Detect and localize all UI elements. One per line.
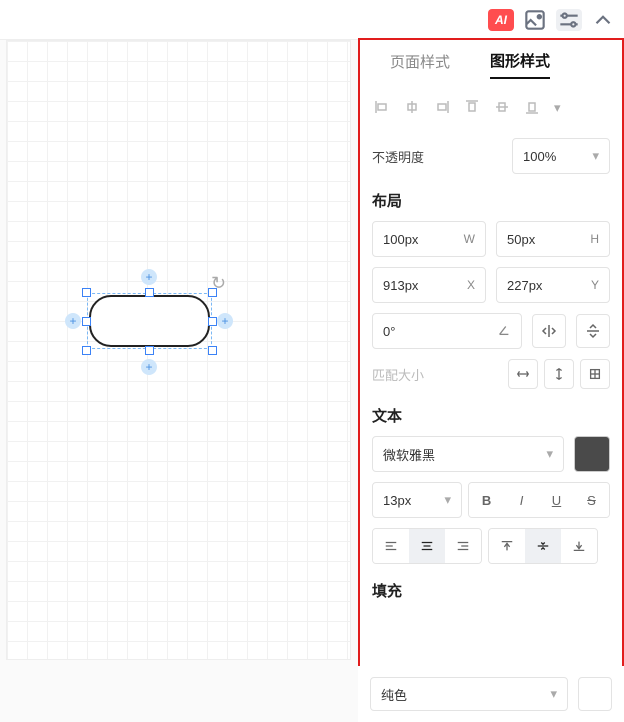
connector-add-left[interactable]: +: [65, 313, 81, 329]
x-input[interactable]: 913pxX: [372, 267, 486, 303]
font-family-select[interactable]: 微软雅黑▾: [372, 436, 564, 472]
align-center-v-icon[interactable]: [494, 99, 510, 118]
opacity-label: 不透明度: [372, 147, 424, 166]
align-bottom-icon[interactable]: [524, 99, 540, 118]
text-valign-bottom-button[interactable]: [561, 529, 597, 563]
strikethrough-button[interactable]: S: [574, 483, 609, 517]
settings-panel-icon[interactable]: [556, 9, 582, 31]
height-input[interactable]: 50pxH: [496, 221, 610, 257]
angle-input[interactable]: 0°: [372, 313, 522, 349]
align-top-icon[interactable]: [464, 99, 480, 118]
y-input[interactable]: 227pxY: [496, 267, 610, 303]
align-left-icon[interactable]: [374, 99, 390, 118]
text-color-swatch[interactable]: [574, 436, 610, 472]
bold-button[interactable]: B: [469, 483, 504, 517]
resize-handle-br[interactable]: [208, 346, 217, 355]
resize-handle-tl[interactable]: [82, 288, 91, 297]
stepper-icon[interactable]: ▾: [592, 148, 599, 164]
fill-type-select[interactable]: 纯色▾: [370, 677, 568, 711]
text-valign-top-button[interactable]: [489, 529, 525, 563]
text-valign-middle-button[interactable]: [525, 529, 561, 563]
resize-handle-bm[interactable]: [145, 346, 154, 355]
match-size-label: 匹配大小: [372, 365, 424, 384]
text-align-center-button[interactable]: [409, 529, 445, 563]
match-both-button[interactable]: [580, 359, 610, 389]
underline-button[interactable]: U: [539, 483, 574, 517]
resize-handle-mr[interactable]: [208, 317, 217, 326]
fill-color-swatch[interactable]: [578, 677, 612, 711]
match-width-button[interactable]: [508, 359, 538, 389]
alignment-toolbar: ▾: [372, 88, 610, 128]
align-center-h-icon[interactable]: [404, 99, 420, 118]
flip-vertical-button[interactable]: [576, 314, 610, 348]
width-input[interactable]: 100pxW: [372, 221, 486, 257]
font-size-input[interactable]: 13px▾: [372, 482, 462, 518]
flip-horizontal-button[interactable]: [532, 314, 566, 348]
ai-button[interactable]: AI: [488, 9, 514, 31]
style-panel: 页面样式 图形样式 ▾ 不透明度 100% ▾ 布局 100pxW 50pxH …: [358, 38, 624, 722]
resize-handle-bl[interactable]: [82, 346, 91, 355]
match-height-button[interactable]: [544, 359, 574, 389]
align-more-icon[interactable]: ▾: [554, 100, 561, 116]
connector-add-bottom[interactable]: +: [141, 359, 157, 375]
text-align-right-button[interactable]: [445, 529, 481, 563]
preview-icon[interactable]: [522, 9, 548, 31]
resize-handle-tm[interactable]: [145, 288, 154, 297]
canvas-area[interactable]: ↻ + + + +: [0, 40, 358, 722]
text-section-title: 文本: [372, 405, 610, 426]
fill-section-title: 填充: [372, 580, 610, 601]
panel-tabs: 页面样式 图形样式: [372, 40, 610, 88]
fill-controls-row: 纯色▾: [358, 666, 624, 722]
tab-page-style[interactable]: 页面样式: [390, 51, 450, 78]
connector-add-top[interactable]: +: [141, 269, 157, 285]
italic-button[interactable]: I: [504, 483, 539, 517]
tab-shape-style[interactable]: 图形样式: [490, 50, 550, 79]
layout-section-title: 布局: [372, 190, 610, 211]
resize-handle-tr[interactable]: [208, 288, 217, 297]
selected-shape[interactable]: ↻ + + + +: [81, 251, 217, 361]
resize-handle-ml[interactable]: [82, 317, 91, 326]
angle-icon: [497, 323, 511, 340]
top-toolbar: AI: [0, 0, 624, 40]
align-right-icon[interactable]: [434, 99, 450, 118]
connector-add-right[interactable]: +: [217, 313, 233, 329]
opacity-input[interactable]: 100% ▾: [512, 138, 610, 174]
text-align-left-button[interactable]: [373, 529, 409, 563]
collapse-icon[interactable]: [590, 9, 616, 31]
selection-outline: [87, 293, 212, 349]
canvas-grid[interactable]: ↻ + + + +: [6, 40, 351, 660]
